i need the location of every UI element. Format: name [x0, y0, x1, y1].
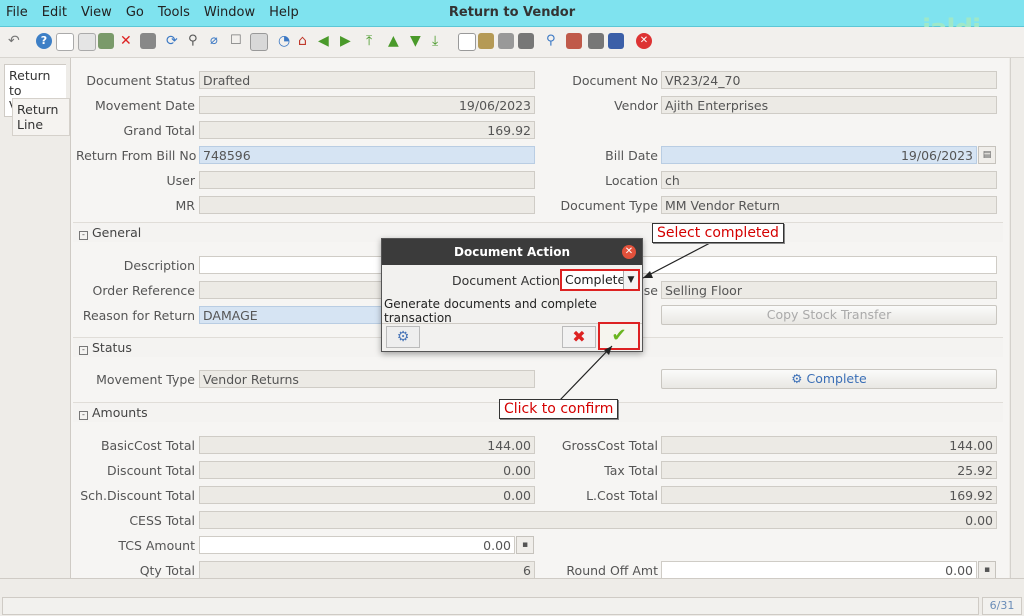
click-to-confirm-callout: Click to confirm [499, 399, 619, 419]
arrow-to-confirm [559, 345, 613, 401]
select-completed-callout: Select completed [652, 223, 784, 243]
annotation-arrows [559, 242, 711, 401]
arrow-head-icon [643, 271, 653, 278]
arrow-to-select [642, 242, 711, 279]
